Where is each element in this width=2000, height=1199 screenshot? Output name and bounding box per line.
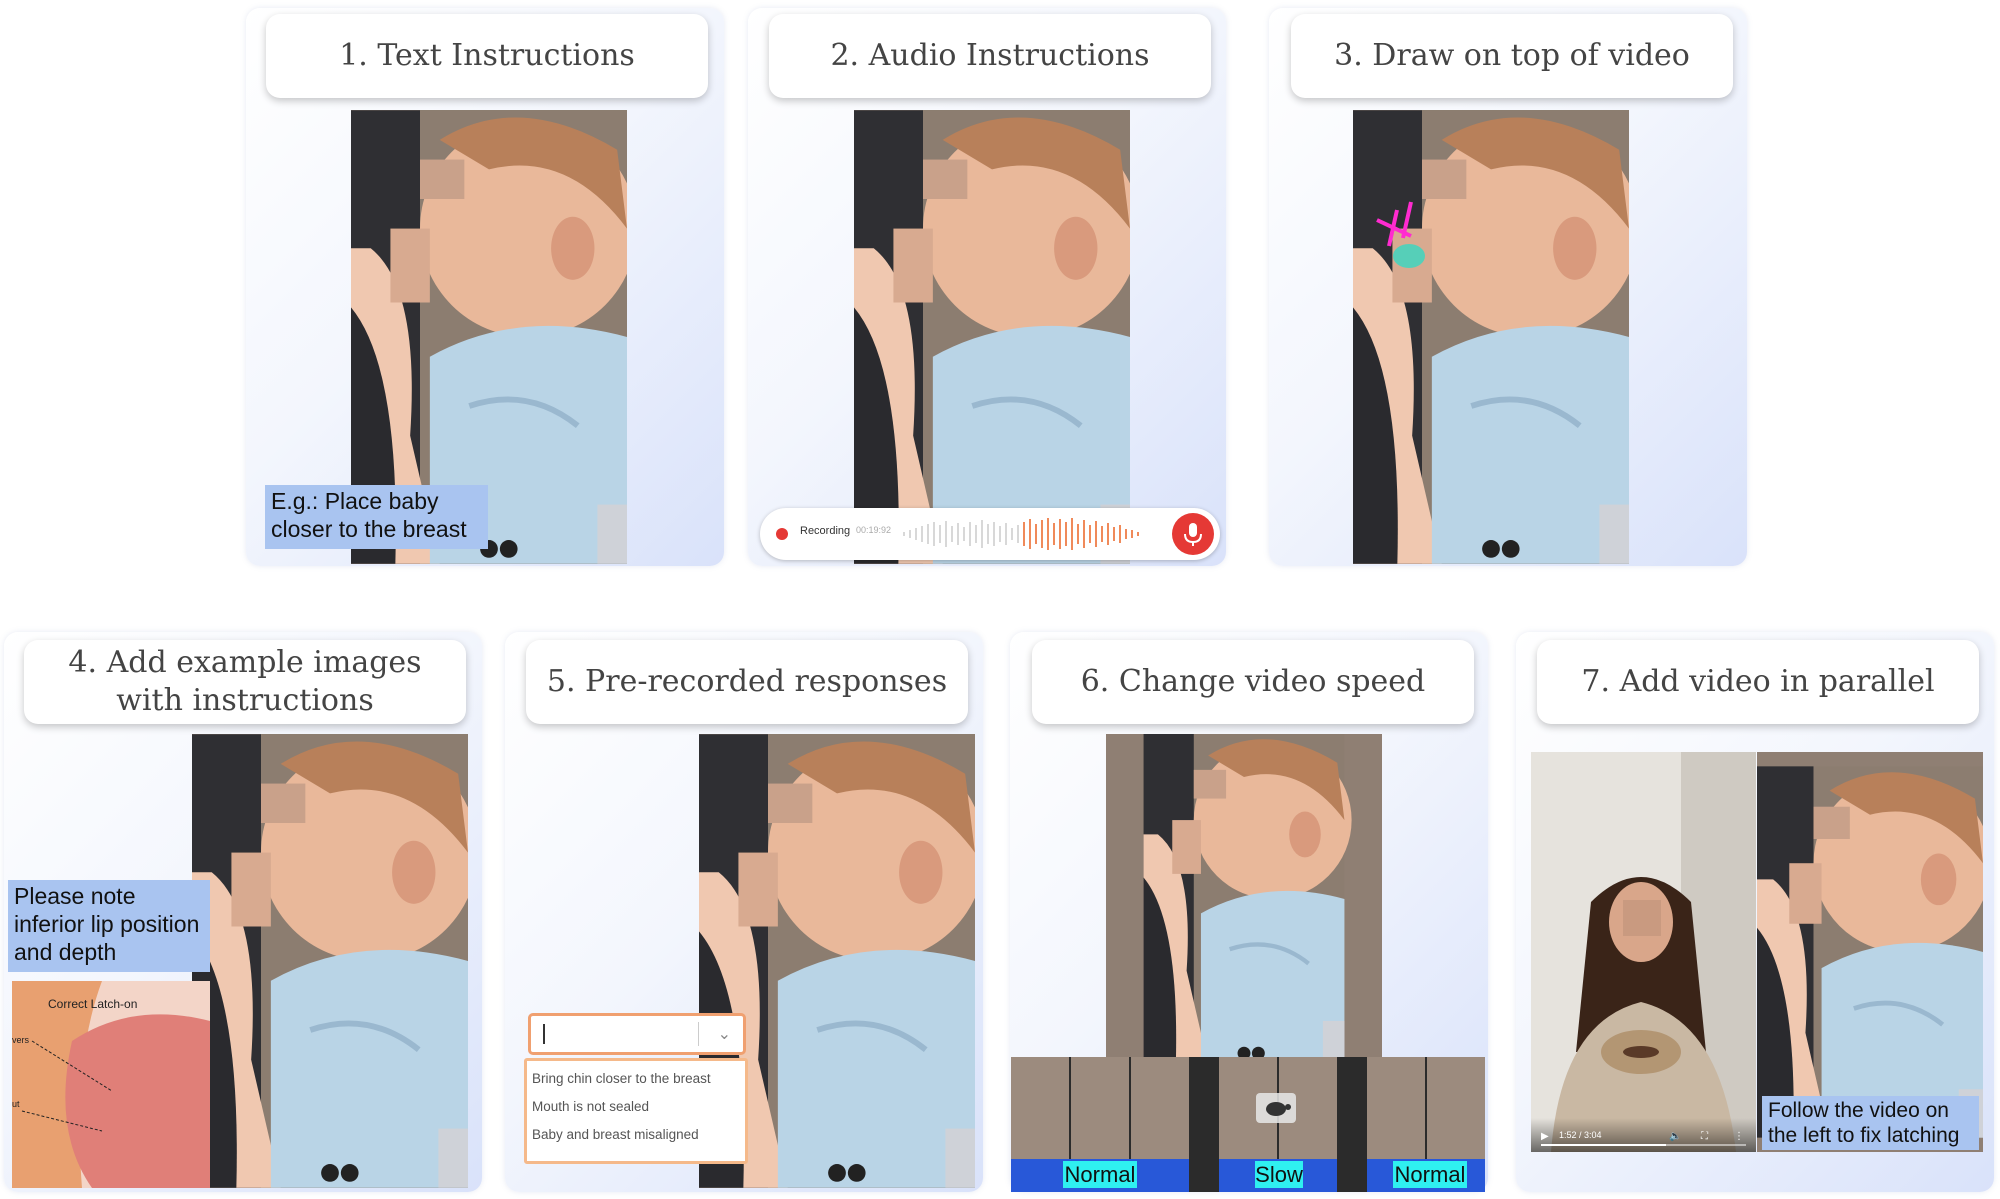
- timeline-frame: [1367, 1057, 1425, 1159]
- panel-title: 4. Add example images with instructions: [24, 640, 466, 724]
- diagram-label: vers: [12, 1035, 30, 1045]
- player-controls: ▶ 1:52 / 3:04 🔈 ⛶ ⋮: [1531, 1118, 1756, 1152]
- timeline-frame: [1427, 1057, 1485, 1159]
- frame-image: [1367, 1057, 1425, 1159]
- frame-image: [1011, 1057, 1069, 1159]
- player-progress-fill: [1541, 1144, 1667, 1146]
- latch-diagram-image: Correct Latch-on vers ut: [12, 981, 210, 1188]
- video-thumbnail[interactable]: [1353, 110, 1629, 564]
- panel-title: 6. Change video speed: [1032, 640, 1474, 724]
- speed-label: Slow: [1255, 1161, 1303, 1188]
- latch-diagram-drawing: [12, 981, 210, 1188]
- video-thumbnail[interactable]: [192, 734, 468, 1188]
- waveform-icon: [903, 518, 1139, 550]
- text-instruction-caption: E.g.: Place baby closer to the breast: [265, 485, 488, 549]
- speed-timeline[interactable]: Normal Slow Normal: [1011, 1057, 1485, 1192]
- chevron-down-icon[interactable]: ⌄: [718, 1024, 731, 1043]
- panel-title-text: 4. Add example images with instructions: [68, 645, 422, 718]
- frame-image: [1131, 1057, 1189, 1159]
- instructor-video-frame: [1531, 752, 1756, 1152]
- speed-label: Normal: [1393, 1161, 1467, 1188]
- player-progress-bar[interactable]: [1541, 1144, 1746, 1146]
- diagram-title: Correct Latch-on: [48, 997, 138, 1011]
- panel-title: 3. Draw on top of video: [1291, 14, 1733, 98]
- caption-line: inferior lip position: [14, 911, 200, 937]
- caption-line: closer to the breast: [271, 516, 467, 542]
- recording-label: Recording: [800, 525, 851, 537]
- drawing-overlay[interactable]: [1353, 110, 1629, 564]
- caption-line: the left to fix latching: [1768, 1124, 1960, 1147]
- timeline-frame: [1011, 1057, 1069, 1159]
- response-select-input[interactable]: ⌄: [528, 1013, 746, 1055]
- caption-line: E.g.: Place baby: [271, 488, 439, 514]
- baby-video-frame: [192, 734, 468, 1188]
- video-thumbnail[interactable]: [1106, 734, 1382, 1064]
- example-note-caption: Please note inferior lip position and de…: [8, 880, 210, 972]
- fullscreen-icon[interactable]: ⛶: [1701, 1131, 1708, 1142]
- select-divider: [698, 1022, 699, 1046]
- frame-image: [1071, 1057, 1129, 1159]
- baby-video-frame: [854, 110, 1130, 564]
- timeline-frame: [1071, 1057, 1129, 1159]
- response-option[interactable]: Baby and breast misaligned: [527, 1121, 745, 1149]
- speed-label: Normal: [1063, 1161, 1137, 1188]
- audio-recorder[interactable]: Recording 00:19:92: [760, 508, 1220, 560]
- parallel-video-caption: Follow the video on the left to fix latc…: [1762, 1096, 1979, 1150]
- baby-video-frame: [1757, 752, 1983, 1152]
- more-options-icon[interactable]: ⋮: [1734, 1131, 1744, 1142]
- play-icon[interactable]: ▶: [1541, 1131, 1549, 1142]
- panel-title: 2. Audio Instructions: [769, 14, 1211, 98]
- timeline-frame: [1131, 1057, 1189, 1159]
- player-time: 1:52 / 3:04: [1559, 1130, 1602, 1140]
- caption-line: Follow the video on: [1768, 1099, 1949, 1122]
- text-cursor: [543, 1024, 545, 1044]
- volume-icon[interactable]: 🔈: [1669, 1131, 1681, 1142]
- recording-time: 00:19:92: [856, 525, 892, 535]
- panel-title: 7. Add video in parallel: [1537, 640, 1979, 724]
- microphone-button[interactable]: [1172, 513, 1214, 555]
- baby-video-frame: [1106, 734, 1382, 1064]
- diagram-label: ut: [12, 1099, 20, 1109]
- video-thumbnail[interactable]: [854, 110, 1130, 564]
- frame-image: [1427, 1057, 1485, 1159]
- parallel-video-player[interactable]: ▶ 1:52 / 3:04 🔈 ⛶ ⋮: [1531, 752, 1756, 1152]
- response-option[interactable]: Bring chin closer to the breast: [527, 1065, 745, 1093]
- panel-title: 1. Text Instructions: [266, 14, 708, 98]
- microphone-icon: [1184, 523, 1202, 546]
- response-option[interactable]: Mouth is not sealed: [527, 1093, 745, 1121]
- panel-title: 5. Pre-recorded responses: [526, 640, 968, 724]
- caption-line: and depth: [14, 939, 117, 965]
- video-thumbnail[interactable]: [1757, 752, 1983, 1152]
- recording-indicator-icon: [776, 528, 788, 540]
- caption-line: Please note: [14, 883, 136, 909]
- response-options-list: Bring chin closer to the breast Mouth is…: [524, 1058, 748, 1164]
- turtle-icon: [1256, 1093, 1296, 1123]
